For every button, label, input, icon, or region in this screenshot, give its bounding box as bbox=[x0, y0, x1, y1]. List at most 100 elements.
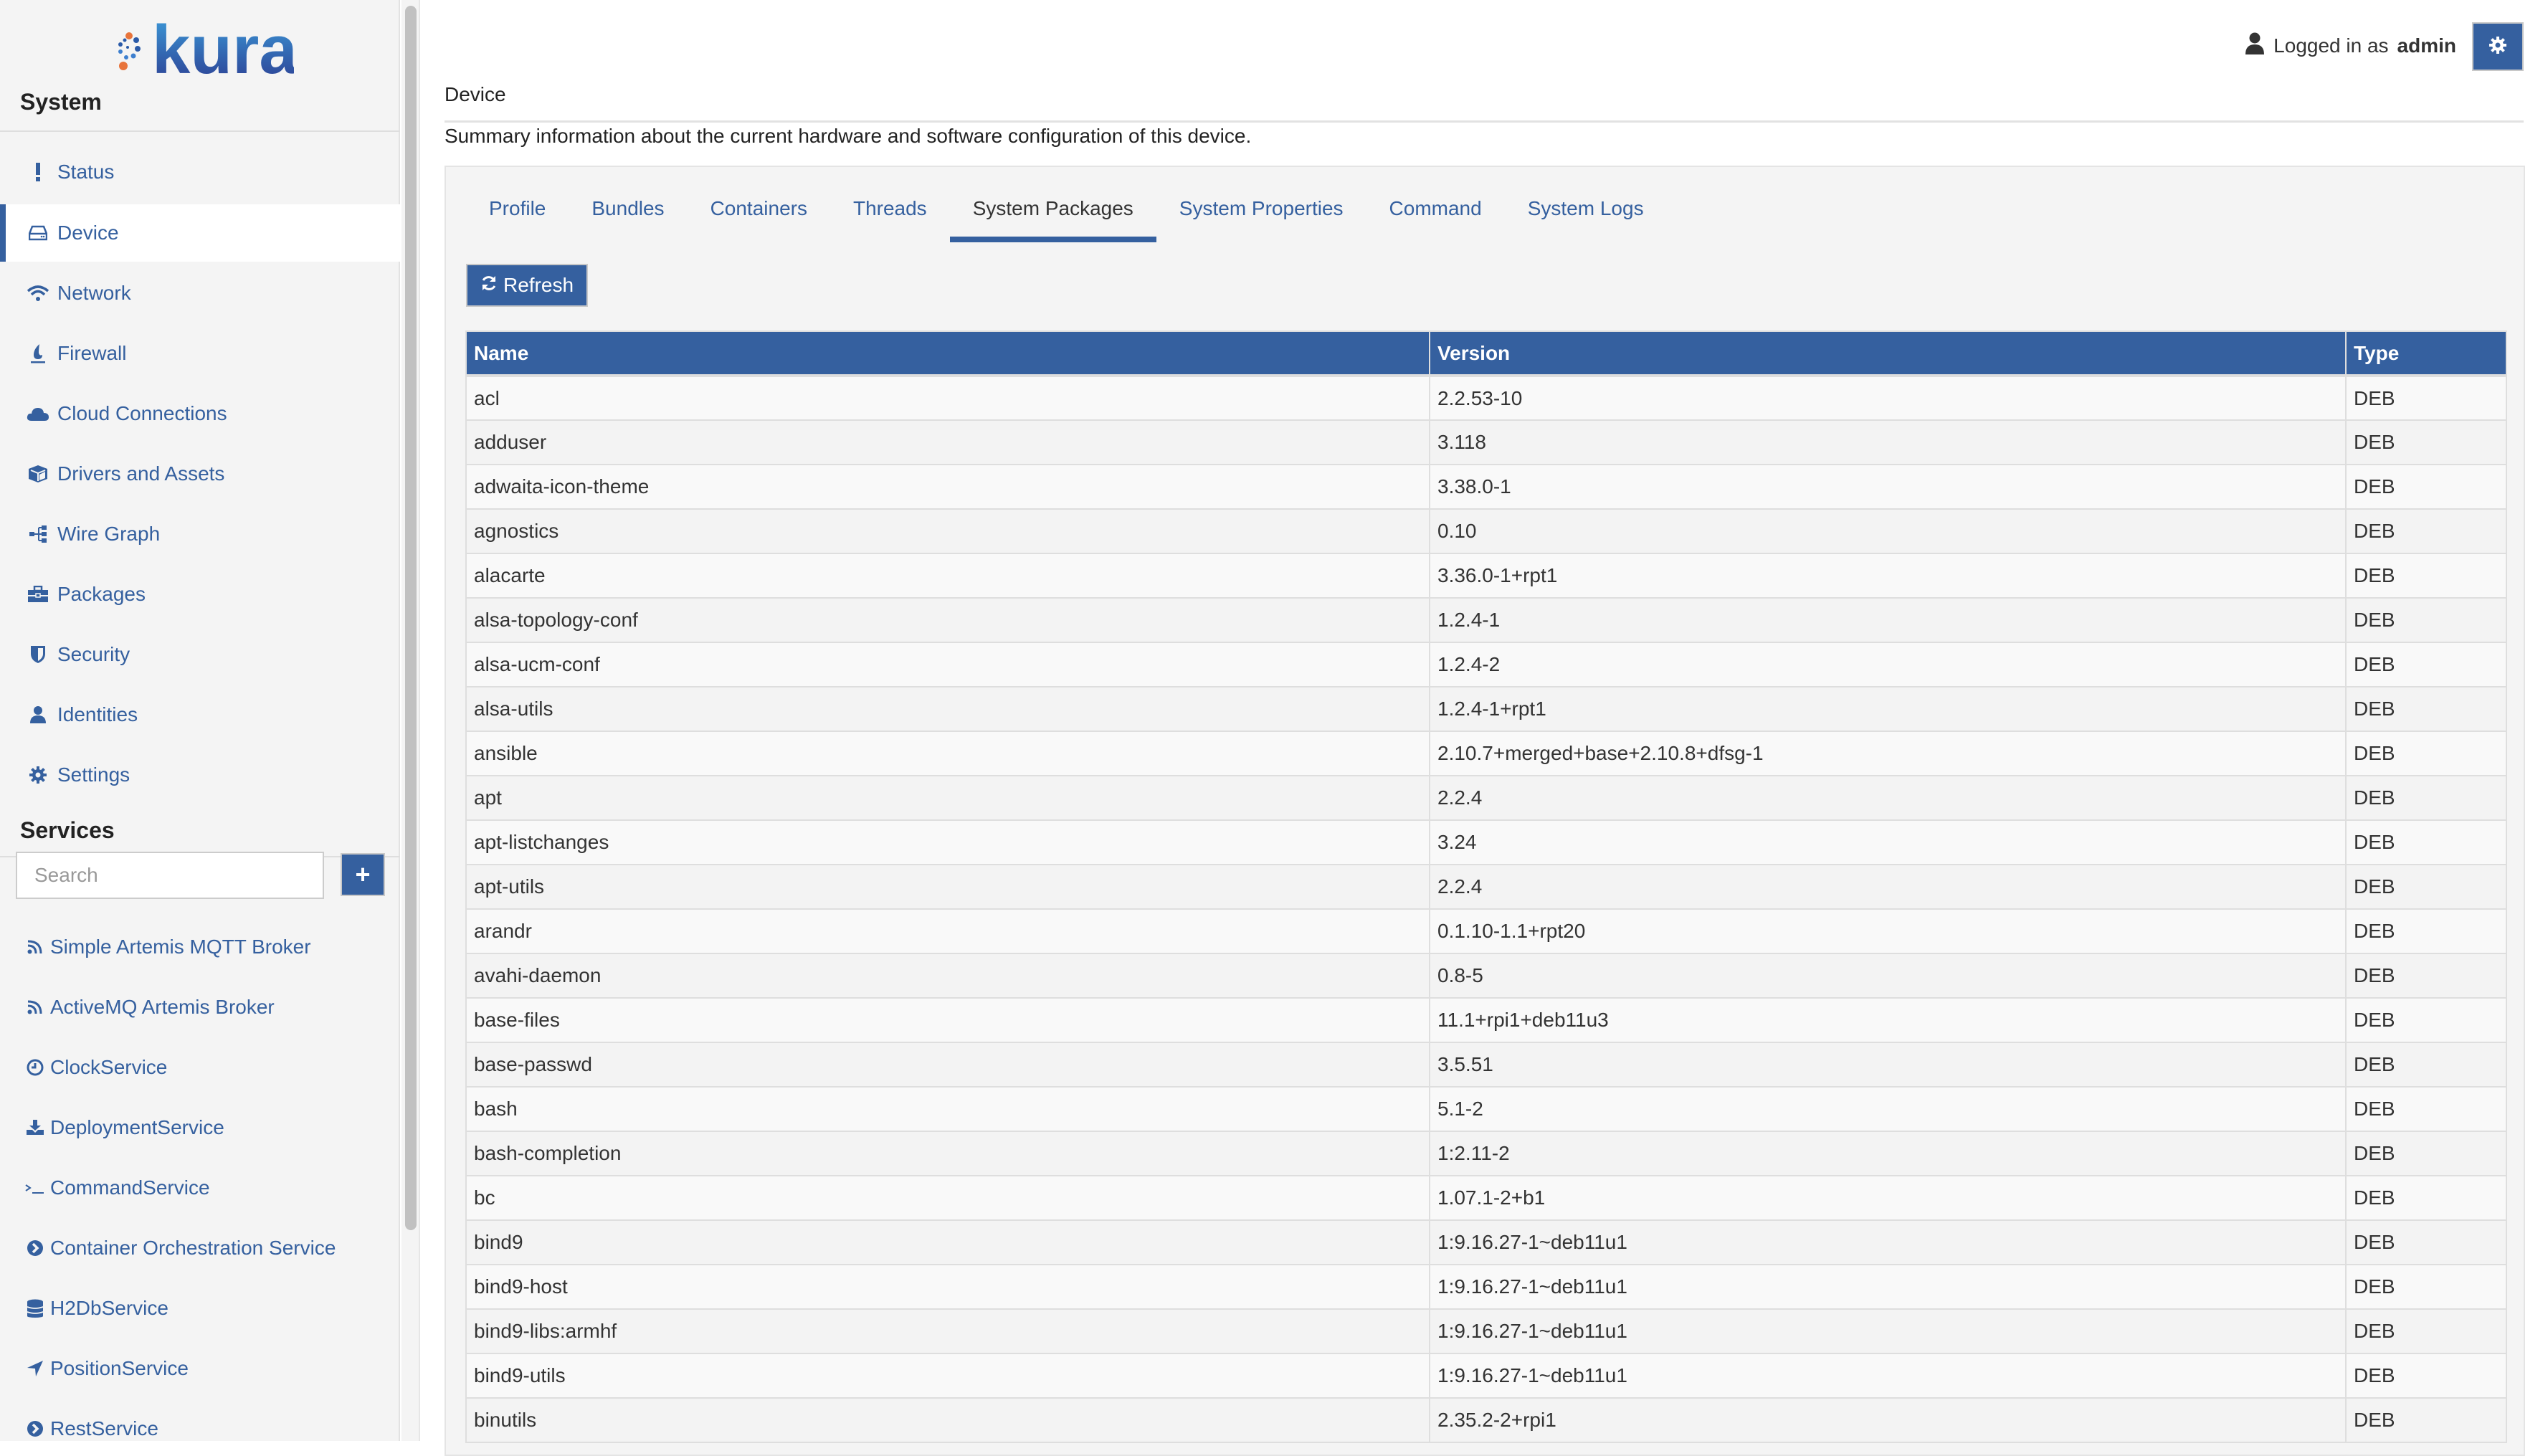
tab-threads[interactable]: Threads bbox=[830, 192, 950, 242]
tab-system-properties[interactable]: System Properties bbox=[1156, 192, 1366, 242]
table-row[interactable]: alsa-utils 1.2.4-1+rpt1 DEB bbox=[465, 686, 2507, 732]
cell-name: alacarte bbox=[465, 553, 1430, 599]
table-row[interactable]: bc 1.07.1-2+b1 DEB bbox=[465, 1175, 2507, 1221]
cell-version: 3.118 bbox=[1429, 419, 2347, 465]
sidebar-item-security[interactable]: Security bbox=[0, 626, 400, 683]
service-item-positionservice[interactable]: PositionService bbox=[0, 1343, 400, 1394]
services-section-title: Services bbox=[20, 817, 115, 843]
cell-version: 1.2.4-2 bbox=[1429, 642, 2347, 687]
table-row[interactable]: ansible 2.10.7+merged+base+2.10.8+dfsg-1 D… bbox=[465, 731, 2507, 776]
tab-bundles[interactable]: Bundles bbox=[569, 192, 687, 242]
table-row[interactable]: bind9 1:9.16.27-1~deb11u1 DEB bbox=[465, 1219, 2507, 1265]
column-header-name[interactable]: Name bbox=[465, 330, 1430, 377]
cell-name: apt-utils bbox=[465, 864, 1430, 910]
service-item-container-orchestration-service[interactable]: Container Orchestration Service bbox=[0, 1223, 400, 1273]
cell-name: adduser bbox=[465, 419, 1430, 465]
cell-name: bash bbox=[465, 1086, 1430, 1132]
service-item-label: CommandService bbox=[50, 1176, 210, 1199]
tab-command[interactable]: Command bbox=[1366, 192, 1505, 242]
add-service-button[interactable]: + bbox=[341, 853, 385, 896]
settings-button[interactable] bbox=[2472, 22, 2524, 71]
cell-version: 2.2.53-10 bbox=[1429, 375, 2347, 421]
cell-type: DEB bbox=[2345, 1042, 2507, 1088]
table-row[interactable]: base-files 11.1+rpi1+deb11u3 DEB bbox=[465, 997, 2507, 1043]
refresh-icon bbox=[480, 274, 498, 297]
table-row[interactable]: base-passwd 3.5.51 DEB bbox=[465, 1042, 2507, 1088]
tab-containers[interactable]: Containers bbox=[688, 192, 830, 242]
table-row[interactable]: bind9-libs:armhf 1:9.16.27-1~deb11u1 DEB bbox=[465, 1308, 2507, 1354]
table-row[interactable]: bind9-host 1:9.16.27-1~deb11u1 DEB bbox=[465, 1264, 2507, 1310]
table-row[interactable]: alsa-ucm-conf 1.2.4-2 DEB bbox=[465, 642, 2507, 687]
cell-version: 1:2.11-2 bbox=[1429, 1131, 2347, 1176]
kura-logo[interactable]: kura bbox=[108, 11, 298, 88]
table-row[interactable]: apt 2.2.4 DEB bbox=[465, 775, 2507, 821]
cell-name: avahi-daemon bbox=[465, 953, 1430, 999]
logo-dots-icon bbox=[118, 32, 141, 70]
cell-type: DEB bbox=[2345, 553, 2507, 599]
sidebar-item-label: Firewall bbox=[57, 342, 127, 364]
cell-type: DEB bbox=[2345, 1086, 2507, 1132]
table-row[interactable]: alacarte 3.36.0-1+rpt1 DEB bbox=[465, 553, 2507, 599]
chevron-circle-right-icon bbox=[24, 1239, 46, 1257]
sidebar-item-cloud-connections[interactable]: Cloud Connections bbox=[0, 385, 400, 442]
refresh-button[interactable]: Refresh bbox=[466, 264, 588, 307]
table-row[interactable]: acl 2.2.53-10 DEB bbox=[465, 375, 2507, 421]
table-row[interactable]: avahi-daemon 0.8-5 DEB bbox=[465, 953, 2507, 999]
cell-version: 1.2.4-1 bbox=[1429, 597, 2347, 643]
sidebar-item-firewall[interactable]: Firewall bbox=[0, 325, 400, 382]
cell-type: DEB bbox=[2345, 1175, 2507, 1221]
tab-system-logs[interactable]: System Logs bbox=[1505, 192, 1667, 242]
sidebar-item-label: Packages bbox=[57, 583, 146, 605]
sidebar-item-wire-graph[interactable]: Wire Graph bbox=[0, 505, 400, 563]
table-row[interactable]: bind9-utils 1:9.16.27-1~deb11u1 DEB bbox=[465, 1353, 2507, 1399]
cell-type: DEB bbox=[2345, 1264, 2507, 1310]
sidebar-item-device[interactable]: Device bbox=[0, 204, 400, 262]
service-item-restservice[interactable]: RestService bbox=[0, 1404, 400, 1454]
service-item-label: Container Orchestration Service bbox=[50, 1237, 336, 1259]
cube-icon bbox=[26, 465, 50, 483]
cell-version: 11.1+rpi1+deb11u3 bbox=[1429, 997, 2347, 1043]
table-row[interactable]: bash 5.1-2 DEB bbox=[465, 1086, 2507, 1132]
service-item-commandservice[interactable]: CommandService bbox=[0, 1163, 400, 1213]
table-row[interactable]: arandr 0.1.10-1.1+rpt20 DEB bbox=[465, 908, 2507, 954]
service-item-h2dbservice[interactable]: H2DbService bbox=[0, 1283, 400, 1333]
cell-type: DEB bbox=[2345, 819, 2507, 865]
download-icon bbox=[24, 1120, 46, 1136]
cell-type: DEB bbox=[2345, 642, 2507, 687]
service-item-label: H2DbService bbox=[50, 1297, 168, 1319]
user-icon bbox=[2245, 32, 2265, 60]
table-row[interactable]: alsa-topology-conf 1.2.4-1 DEB bbox=[465, 597, 2507, 643]
service-item-simple-artemis-mqtt-broker[interactable]: Simple Artemis MQTT Broker bbox=[0, 922, 400, 972]
table-row[interactable]: binutils 2.35.2-2+rpi1 DEB bbox=[465, 1397, 2507, 1443]
sidebar-item-packages[interactable]: Packages bbox=[0, 566, 400, 623]
rss-icon bbox=[24, 940, 46, 954]
sidebar-item-settings[interactable]: Settings bbox=[0, 746, 400, 804]
service-item-deploymentservice[interactable]: DeploymentService bbox=[0, 1103, 400, 1153]
sidebar-item-label: Cloud Connections bbox=[57, 402, 227, 424]
gear-icon bbox=[2488, 36, 2507, 58]
cell-version: 0.10 bbox=[1429, 508, 2347, 554]
sidebar-item-status[interactable]: Status bbox=[0, 143, 400, 201]
table-row[interactable]: adduser 3.118 DEB bbox=[465, 419, 2507, 465]
cell-type: DEB bbox=[2345, 597, 2507, 643]
sidebar-scrollbar-thumb[interactable] bbox=[405, 6, 417, 1230]
services-search-input[interactable] bbox=[16, 852, 324, 899]
sidebar-item-identities[interactable]: Identities bbox=[0, 686, 400, 743]
sidebar-item-network[interactable]: Network bbox=[0, 265, 400, 322]
table-row[interactable]: apt-utils 2.2.4 DEB bbox=[465, 864, 2507, 910]
service-item-clockservice[interactable]: ClockService bbox=[0, 1042, 400, 1093]
cell-name: bind9-host bbox=[465, 1264, 1430, 1310]
table-row[interactable]: agnostics 0.10 DEB bbox=[465, 508, 2507, 554]
service-item-activemq-artemis-broker[interactable]: ActiveMQ Artemis Broker bbox=[0, 982, 400, 1032]
tab-profile[interactable]: Profile bbox=[466, 192, 569, 242]
rss-icon bbox=[24, 1000, 46, 1014]
cell-version: 1:9.16.27-1~deb11u1 bbox=[1429, 1353, 2347, 1399]
cell-type: DEB bbox=[2345, 375, 2507, 421]
column-header-type[interactable]: Type bbox=[2345, 330, 2507, 377]
tab-system-packages[interactable]: System Packages bbox=[949, 192, 1156, 242]
table-row[interactable]: adwaita-icon-theme 3.38.0-1 DEB bbox=[465, 464, 2507, 510]
column-header-version[interactable]: Version bbox=[1429, 330, 2347, 377]
table-row[interactable]: bash-completion 1:2.11-2 DEB bbox=[465, 1131, 2507, 1176]
sidebar-item-drivers-and-assets[interactable]: Drivers and Assets bbox=[0, 445, 400, 503]
table-row[interactable]: apt-listchanges 3.24 DEB bbox=[465, 819, 2507, 865]
